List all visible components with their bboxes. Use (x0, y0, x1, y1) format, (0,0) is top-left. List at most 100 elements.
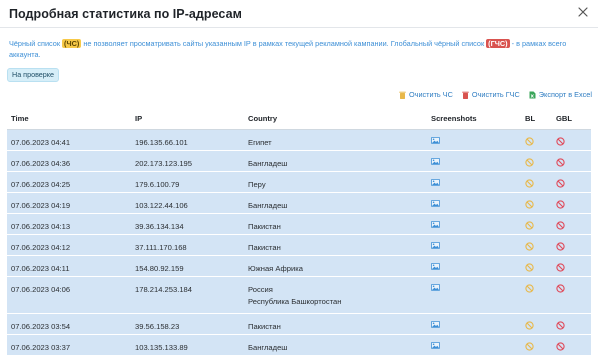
cell-time: 07.06.2023 04:12 (7, 234, 131, 256)
image-icon[interactable] (431, 241, 440, 249)
cell-ip: 39.36.134.134 (131, 213, 244, 235)
table-row: 07.06.2023 04:25 179.6.100.79 Перу (7, 171, 591, 193)
ban-icon-yellow[interactable] (525, 220, 534, 230)
cell-screenshots (427, 192, 521, 214)
cell-gbl (552, 150, 591, 172)
column-header-country[interactable]: Country (244, 109, 427, 130)
image-icon[interactable] (431, 136, 440, 144)
cell-country: Россия Республика Башкортостан (244, 276, 427, 314)
country-name: Перу (248, 179, 266, 189)
cell-bl (521, 129, 552, 151)
image-icon[interactable] (431, 220, 440, 228)
export-excel-button[interactable]: Экспорт в Excel (529, 90, 592, 99)
column-header-bl[interactable]: BL (521, 109, 552, 130)
ban-icon-yellow[interactable] (525, 199, 534, 209)
country-name: Пакистан (248, 221, 281, 231)
cell-time: 07.06.2023 04:11 (7, 255, 131, 277)
cell-ip: 103.135.133.89 (131, 334, 244, 356)
ban-icon-yellow[interactable] (525, 241, 534, 251)
ban-icon-red[interactable] (556, 341, 565, 351)
cell-bl (521, 276, 552, 314)
modal-header: Подробная статистика по IP-адресам (0, 0, 598, 28)
country-name: Пакистан (248, 242, 281, 252)
country-name: Египет (248, 137, 272, 147)
cell-time: 07.06.2023 04:41 (7, 129, 131, 151)
cell-bl (521, 234, 552, 256)
cell-gbl (552, 313, 591, 335)
ban-icon-red[interactable] (556, 178, 565, 188)
ban-icon-red[interactable] (556, 157, 565, 167)
cell-time: 07.06.2023 04:19 (7, 192, 131, 214)
cell-gbl (552, 213, 591, 235)
clear-bl-button[interactable]: Очистить ЧС (399, 90, 453, 99)
ban-icon-red[interactable] (556, 136, 565, 146)
gbl-tag: (ГЧС) (486, 39, 510, 48)
cell-bl (521, 255, 552, 277)
export-excel-label: Экспорт в Excel (538, 90, 592, 99)
trash-icon (399, 91, 406, 99)
column-header-screenshots[interactable]: Screenshots (427, 109, 521, 130)
modal-title: Подробная статистика по IP-адресам (9, 7, 242, 21)
cell-ip: 154.80.92.159 (131, 255, 244, 277)
image-icon[interactable] (431, 178, 440, 186)
ban-icon-red[interactable] (556, 283, 565, 293)
cell-bl (521, 150, 552, 172)
ban-icon-yellow[interactable] (525, 283, 534, 293)
clear-gbl-label: Очистить ГЧС (471, 90, 520, 99)
cell-screenshots (427, 150, 521, 172)
cell-country: Бангладеш (244, 334, 427, 356)
image-icon[interactable] (431, 283, 440, 291)
country-name: Бангладеш (248, 200, 288, 210)
cell-gbl (552, 192, 591, 214)
ban-icon-red[interactable] (556, 241, 565, 251)
ban-icon-yellow[interactable] (525, 136, 534, 146)
cell-country: Пакистан (244, 313, 427, 335)
cell-ip: 103.122.44.106 (131, 192, 244, 214)
cell-bl (521, 334, 552, 356)
table-row: 07.06.2023 04:06 178.214.253.184 Россия Рес… (7, 276, 591, 314)
column-header-ip[interactable]: IP (131, 109, 244, 130)
cell-screenshots (427, 313, 521, 335)
ban-icon-red[interactable] (556, 320, 565, 330)
cell-bl (521, 192, 552, 214)
clear-gbl-button[interactable]: Очистить ГЧС (462, 90, 520, 99)
cell-time: 07.06.2023 04:06 (7, 276, 131, 314)
image-icon[interactable] (431, 199, 440, 207)
status-badge[interactable]: На проверке (7, 68, 60, 82)
cell-ip: 179.6.100.79 (131, 171, 244, 193)
country-name: Южная Африка (248, 263, 303, 273)
table-body: 07.06.2023 04:41 196.135.66.101 Египет 07.0… (7, 129, 591, 356)
table-row: 07.06.2023 04:41 196.135.66.101 Египет (7, 129, 591, 151)
cell-ip: 37.111.170.168 (131, 234, 244, 256)
image-icon[interactable] (431, 157, 440, 165)
country-name: Бангладеш (248, 158, 288, 168)
ban-icon-yellow[interactable] (525, 178, 534, 188)
ban-icon-red[interactable] (556, 220, 565, 230)
cell-gbl (552, 276, 591, 314)
image-icon[interactable] (431, 341, 440, 349)
cell-country: Пакистан (244, 234, 427, 256)
trash-icon (462, 91, 469, 99)
cell-bl (521, 213, 552, 235)
ban-icon-yellow[interactable] (525, 157, 534, 167)
cell-gbl (552, 171, 591, 193)
close-icon[interactable] (576, 5, 590, 19)
cell-gbl (552, 255, 591, 277)
column-header-gbl[interactable]: GBL (552, 109, 591, 130)
ban-icon-yellow[interactable] (525, 320, 534, 330)
column-header-time[interactable]: Time (7, 109, 131, 130)
ban-icon-red[interactable] (556, 262, 565, 272)
cell-screenshots (427, 255, 521, 277)
cell-time: 07.06.2023 03:54 (7, 313, 131, 335)
ban-icon-yellow[interactable] (525, 341, 534, 351)
ban-icon-yellow[interactable] (525, 262, 534, 272)
image-icon[interactable] (431, 262, 440, 270)
cell-country: Бангладеш (244, 192, 427, 214)
ban-icon-red[interactable] (556, 199, 565, 209)
country-name: Россия (248, 284, 273, 294)
table-row: 07.06.2023 04:11 154.80.92.159 Южная Африк… (7, 255, 591, 277)
image-icon[interactable] (431, 320, 440, 328)
cell-time: 07.06.2023 04:36 (7, 150, 131, 172)
cell-screenshots (427, 276, 521, 314)
table-header-row: Time IP Country Screenshots BL GBL (7, 109, 591, 130)
